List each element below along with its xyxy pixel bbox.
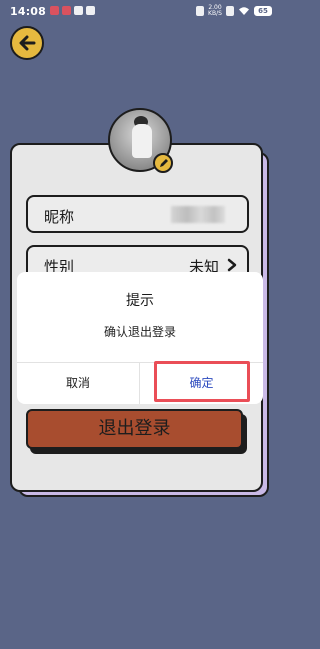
confirm-highlight — [154, 361, 250, 402]
dialog-message: 确认退出登录 — [103, 325, 176, 339]
cancel-button[interactable]: 取消 — [17, 363, 139, 404]
dialog-title: 提示 — [126, 293, 154, 309]
